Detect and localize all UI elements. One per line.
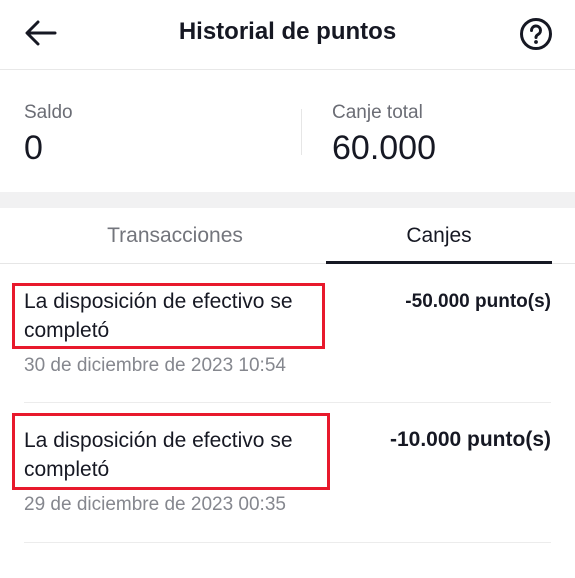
item-title-line1: La disposición de efectivo se [24,290,293,313]
help-button[interactable] [517,15,555,53]
list-item[interactable]: La disposición de efectivo se completó 2… [0,403,575,543]
summary-divider [301,109,302,155]
balance-value: 0 [24,129,43,167]
item-date: 29 de diciembre de 2023 00:35 [24,494,286,515]
item-date: 30 de diciembre de 2023 10:54 [24,355,286,376]
total-redeemed-label: Canje total [332,102,423,123]
item-amount: -50.000 punto(s) [405,291,551,312]
item-title-line1: La disposición de efectivo se [24,429,293,452]
item-amount: -10.000 punto(s) [389,428,551,451]
item-separator [24,542,551,543]
total-redeemed-value: 60.000 [332,129,436,167]
section-divider [0,192,575,208]
list-item[interactable]: La disposición de efectivo se completó 3… [0,264,575,403]
item-title-line2: completó [24,458,110,481]
balance-label: Saldo [24,102,73,123]
page-title: Historial de puntos [178,18,397,45]
item-title-line2: completó [24,319,110,342]
tab-bar: Transacciones Canjes [0,208,575,264]
top-bar: Historial de puntos [0,0,575,70]
tab-canjes[interactable]: Canjes [326,208,552,263]
points-summary: Saldo 0 Canje total 60.000 [0,71,575,192]
tab-transacciones[interactable]: Transacciones [24,208,326,263]
question-circle-icon [520,18,552,50]
